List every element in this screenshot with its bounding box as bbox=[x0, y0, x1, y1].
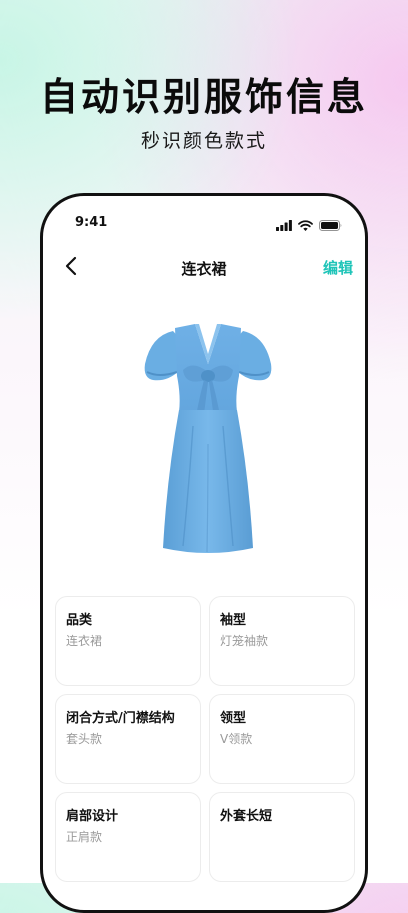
hero-subtitle: 秒识颜色款式 bbox=[140, 130, 267, 152]
status-time: 9:41 bbox=[75, 215, 108, 230]
attribute-label: 闭合方式/门襟结构 bbox=[66, 711, 175, 726]
nav-bar: 连衣裙 编辑 bbox=[43, 248, 365, 288]
signal-icon bbox=[276, 216, 292, 235]
attribute-value: 套头款 bbox=[66, 732, 103, 746]
attribute-label: 袖型 bbox=[220, 613, 247, 628]
attribute-value: 连衣裙 bbox=[66, 634, 103, 648]
dress-image bbox=[133, 316, 283, 561]
attribute-label: 外套长短 bbox=[220, 809, 273, 824]
wifi-icon bbox=[298, 216, 313, 235]
attribute-label: 品类 bbox=[66, 613, 93, 628]
phone-frame: 9:41 连衣裙 编辑 品类 连衣裙 袖型 灯笼袖款 闭合方式/门襟结构 套头款… bbox=[40, 193, 368, 913]
status-icons bbox=[276, 216, 343, 235]
attribute-card-collar[interactable]: 领型 V领款 bbox=[209, 694, 355, 784]
attribute-value: V领款 bbox=[220, 732, 253, 746]
attribute-card-sleeve[interactable]: 袖型 灯笼袖款 bbox=[209, 596, 355, 686]
edit-button[interactable]: 编辑 bbox=[323, 257, 353, 278]
attribute-label: 领型 bbox=[220, 711, 247, 726]
attribute-card-category[interactable]: 品类 连衣裙 bbox=[55, 596, 201, 686]
battery-icon bbox=[319, 216, 343, 235]
attribute-value: 正肩款 bbox=[66, 830, 103, 844]
attribute-value: 灯笼袖款 bbox=[220, 634, 269, 648]
attribute-grid: 品类 连衣裙 袖型 灯笼袖款 闭合方式/门襟结构 套头款 领型 V领款 肩部设计… bbox=[55, 596, 357, 882]
attribute-card-coat-length[interactable]: 外套长短 bbox=[209, 792, 355, 882]
status-bar: 9:41 bbox=[43, 196, 365, 244]
attribute-card-shoulder[interactable]: 肩部设计 正肩款 bbox=[55, 792, 201, 882]
hero-title: 自动识别服饰信息 bbox=[39, 75, 368, 119]
attribute-card-closure[interactable]: 闭合方式/门襟结构 套头款 bbox=[55, 694, 201, 784]
attribute-label: 肩部设计 bbox=[66, 809, 119, 824]
page-title: 连衣裙 bbox=[181, 260, 227, 278]
